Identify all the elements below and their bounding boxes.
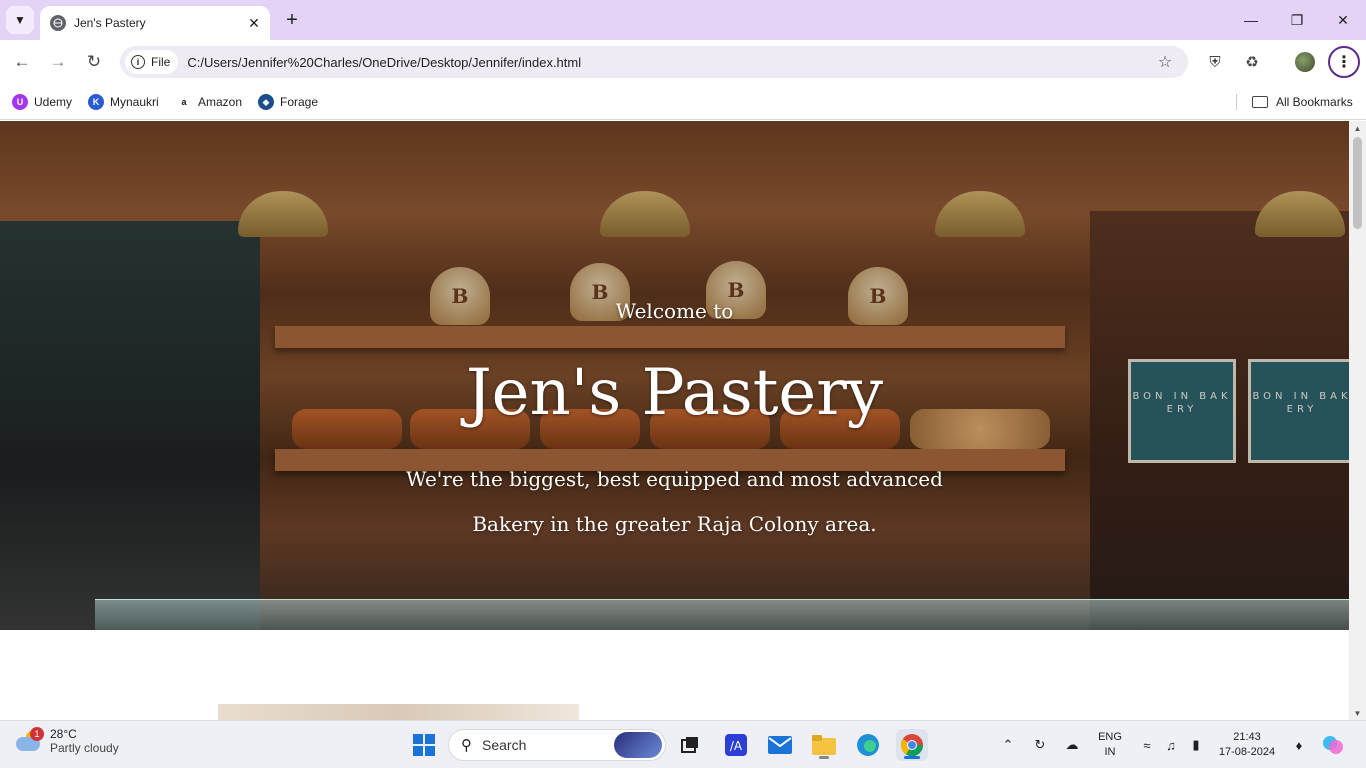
running-indicator — [904, 756, 920, 759]
battery-icon[interactable]: ▮ — [1184, 721, 1208, 769]
scroll-down-arrow-icon[interactable]: ▼ — [1349, 706, 1366, 720]
browser-toolbar: ← → ↻ i File C:/Users/Jennifer%20Charles… — [0, 40, 1366, 84]
restore-button[interactable]: ❐ — [1274, 0, 1320, 40]
weather-description: Partly cloudy — [50, 741, 119, 755]
scrollbar-thumb[interactable] — [1353, 137, 1362, 229]
notification-bell-icon[interactable]: ♦ — [1288, 721, 1310, 769]
bookmark-udemy[interactable]: U Udemy — [12, 92, 72, 112]
clock-date: 17-08-2024 — [1218, 746, 1276, 758]
all-bookmarks-label: All Bookmarks — [1276, 95, 1353, 109]
search-icon: ⚲ — [461, 737, 472, 754]
hero-tagline-line-2: Bakery in the greater Raja Colony area. — [472, 512, 877, 536]
wifi-icon[interactable]: ≈ — [1136, 721, 1158, 769]
volume-icon[interactable]: ♫ — [1160, 721, 1182, 769]
menu-button[interactable]: ⋮ — [1328, 46, 1360, 78]
file-explorer-icon[interactable] — [808, 729, 840, 761]
show-hidden-icons-chevron-icon[interactable]: ⌃ — [996, 721, 1020, 769]
chevron-down-icon: ▼ — [14, 13, 26, 27]
partly-cloudy-icon: 1 — [14, 727, 44, 753]
bookmark-star-icon[interactable]: ☆ — [1150, 52, 1180, 72]
edge-icon[interactable] — [852, 729, 884, 761]
task-view-icon[interactable] — [674, 729, 706, 761]
site-info-chip[interactable]: i File — [125, 50, 179, 74]
reload-button[interactable]: ↻ — [80, 48, 108, 76]
onedrive-icon[interactable]: ☁ — [1060, 721, 1084, 769]
new-tab-button[interactable]: + — [280, 8, 304, 32]
taskbar-search[interactable]: ⚲ Search — [448, 729, 666, 761]
browser-tab[interactable]: Jen's Pastery ✕ — [40, 6, 270, 40]
mail-icon[interactable] — [764, 729, 796, 761]
bookmarks-separator — [1236, 94, 1237, 110]
close-window-button[interactable]: ✕ — [1320, 0, 1366, 40]
tab-search-button[interactable]: ▼ — [6, 6, 34, 34]
page-viewport: B B B B BON IN BAK ERY BON IN BAK ERY We… — [0, 121, 1349, 720]
udemy-icon: U — [12, 94, 28, 110]
bookmark-label: Mynaukri — [110, 95, 159, 109]
title-bar: ▼ Jen's Pastery ✕ + — ❐ ✕ — [0, 0, 1366, 40]
bookmark-label: Amazon — [198, 95, 243, 109]
extensions-icon[interactable]: ♻ — [1240, 50, 1264, 74]
windows-taskbar: 1 28°C Partly cloudy ⚲ Search /A ⌃ ↻ ☁ E… — [0, 720, 1366, 768]
page-scrollbar[interactable]: ▲ ▼ — [1349, 121, 1366, 720]
shield-icon[interactable]: ⛨ — [1203, 50, 1227, 74]
hero-tagline-line-1: We're the biggest, best equipped and mos… — [406, 467, 943, 491]
back-button[interactable]: ← — [8, 48, 36, 76]
url-text[interactable]: C:/Users/Jennifer%20Charles/OneDrive/Des… — [187, 55, 1150, 70]
folder-icon — [1252, 96, 1268, 108]
running-indicator — [819, 756, 829, 759]
minimize-button[interactable]: — — [1228, 0, 1274, 40]
mynaukri-icon: K — [88, 94, 104, 110]
profile-avatar[interactable] — [1295, 52, 1315, 72]
info-icon: i — [131, 55, 145, 69]
windows-logo-icon — [413, 734, 435, 756]
clock[interactable]: 21:43 17-08-2024 — [1212, 721, 1282, 769]
bookmark-mynaukri[interactable]: K Mynaukri — [88, 92, 159, 112]
bookmark-forage[interactable]: ◆ Forage — [258, 92, 318, 112]
all-bookmarks-button[interactable]: All Bookmarks — [1252, 92, 1353, 112]
sync-icon[interactable]: ↻ — [1028, 721, 1052, 769]
svg-text:/A: /A — [730, 739, 743, 753]
app-icon[interactable]: /A — [720, 729, 752, 761]
site-info-label: File — [151, 55, 171, 69]
language-region: IN — [1104, 746, 1116, 758]
weather-widget[interactable]: 1 28°C Partly cloudy — [14, 727, 119, 755]
bookmark-amazon[interactable]: a Amazon — [176, 92, 242, 112]
hero-welcome-text: Welcome to — [615, 299, 734, 323]
weather-badge: 1 — [30, 727, 44, 741]
search-highlight-art — [614, 732, 662, 758]
forage-icon: ◆ — [258, 94, 274, 110]
start-button[interactable] — [408, 729, 440, 761]
language-indicator[interactable]: ENG IN — [1092, 721, 1128, 769]
bookmark-label: Udemy — [34, 95, 73, 109]
weather-temperature: 28°C — [50, 727, 77, 741]
content-image-preview — [218, 704, 579, 720]
bookmarks-bar: U Udemy K Mynaukri a Amazon ◆ Forage All… — [0, 84, 1366, 120]
hero-brand-title: Jen's Pastery — [465, 356, 884, 430]
copilot-icon[interactable] — [1318, 721, 1348, 769]
language-code: ENG — [1098, 731, 1122, 743]
clock-time: 21:43 — [1233, 731, 1261, 743]
tab-title: Jen's Pastery — [74, 16, 146, 30]
globe-icon — [50, 15, 66, 31]
close-tab-icon[interactable]: ✕ — [244, 13, 264, 33]
taskbar-search-label: Search — [482, 737, 527, 753]
forward-button[interactable]: → — [44, 48, 72, 76]
bookmark-label: Forage — [280, 95, 319, 109]
address-bar[interactable]: i File C:/Users/Jennifer%20Charles/OneDr… — [120, 46, 1188, 78]
scroll-up-arrow-icon[interactable]: ▲ — [1349, 121, 1366, 135]
hero-banner: B B B B BON IN BAK ERY BON IN BAK ERY We… — [0, 121, 1349, 630]
amazon-icon: a — [176, 94, 192, 110]
chrome-icon[interactable] — [896, 729, 928, 761]
